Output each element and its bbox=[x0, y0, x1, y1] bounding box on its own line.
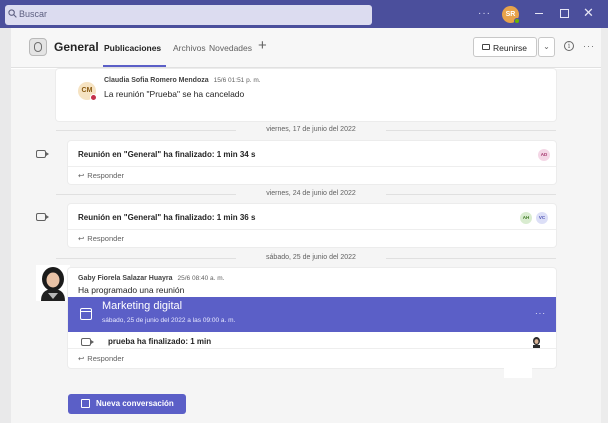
title-bar: Buscar ··· SR ✕ bbox=[0, 0, 608, 28]
new-conversation-button[interactable]: Nueva conversación bbox=[68, 394, 186, 414]
meeting-camera-icon bbox=[36, 213, 49, 221]
divider bbox=[56, 130, 236, 131]
reply-label: Responder bbox=[87, 234, 124, 243]
post-text: Ha programado una reunión bbox=[78, 285, 185, 295]
divider bbox=[56, 258, 236, 259]
author-photo-image bbox=[41, 267, 65, 301]
conversation-feed: CM Claudia Sofia Romero Mendoza 15/6 01:… bbox=[11, 69, 601, 423]
reply-label: Responder bbox=[87, 171, 124, 180]
post-meta: Claudia Sofia Romero Mendoza 15/6 01:51 … bbox=[104, 77, 261, 84]
blank-patch bbox=[504, 366, 532, 378]
channel-title: General bbox=[54, 40, 99, 54]
meet-button[interactable]: Reunirse bbox=[473, 37, 537, 57]
search-icon bbox=[8, 9, 17, 18]
user-avatar-initials: SR bbox=[505, 11, 516, 18]
divider bbox=[386, 194, 556, 195]
author-avatar-initials: CM bbox=[81, 87, 93, 94]
participant-avatar[interactable]: AH bbox=[520, 212, 532, 224]
divider bbox=[68, 166, 556, 167]
team-icon bbox=[29, 38, 47, 56]
close-icon[interactable]: ✕ bbox=[583, 5, 594, 21]
tab-archivos[interactable]: Archivos bbox=[173, 43, 206, 53]
reply-arrow-icon: ↩ bbox=[78, 234, 85, 243]
new-conversation-label: Nueva conversación bbox=[96, 399, 174, 408]
post-author[interactable]: Claudia Sofia Romero Mendoza bbox=[104, 77, 209, 84]
author-photo[interactable] bbox=[36, 265, 70, 301]
meeting-more-icon[interactable]: ··· bbox=[535, 309, 546, 318]
reply-button[interactable]: ↩ Responder bbox=[78, 354, 124, 363]
app-left-rail bbox=[0, 28, 11, 423]
reply-label: Responder bbox=[87, 354, 124, 363]
meeting-invite-banner[interactable]: Marketing digital sábado, 25 de junio de… bbox=[68, 297, 556, 332]
meeting-title: Marketing digital bbox=[102, 300, 183, 312]
reply-arrow-icon: ↩ bbox=[78, 354, 85, 363]
divider bbox=[56, 194, 236, 195]
meeting-ended-text: prueba ha finalizado: 1 min bbox=[108, 337, 212, 346]
channel-header: General Publicaciones Archivos Novedades… bbox=[11, 28, 601, 68]
participant-photo[interactable] bbox=[532, 335, 541, 348]
tab-novedades[interactable]: Novedades bbox=[209, 43, 252, 53]
divider bbox=[386, 258, 556, 259]
meeting-ended-text: Reunión en "General" ha finalizado: 1 mi… bbox=[78, 213, 256, 222]
participant-avatar[interactable]: VC bbox=[536, 212, 548, 224]
post-meta: Gaby Fiorela Salazar Huayra 25/6 08:40 a… bbox=[78, 275, 224, 282]
reply-button[interactable]: ↩ Responder bbox=[78, 234, 124, 243]
channel-more-icon[interactable]: ··· bbox=[583, 41, 595, 51]
author-avatar[interactable]: CM bbox=[78, 82, 97, 101]
post-time: 15/6 01:51 p. m. bbox=[213, 77, 261, 84]
post-text: La reunión "Prueba" se ha cancelado bbox=[104, 89, 245, 99]
divider bbox=[68, 229, 556, 230]
tab-publicaciones[interactable]: Publicaciones bbox=[104, 43, 161, 53]
compose-icon bbox=[81, 399, 90, 408]
date-separator: sábado, 25 de junio del 2022 bbox=[266, 254, 356, 261]
channel-info-icon[interactable]: i bbox=[564, 41, 574, 51]
reply-button[interactable]: ↩ Responder bbox=[78, 171, 124, 180]
date-separator: viernes, 17 de junio del 2022 bbox=[266, 126, 356, 133]
divider bbox=[68, 348, 556, 349]
post-time: 25/6 08:40 a. m. bbox=[177, 275, 225, 282]
search-placeholder: Buscar bbox=[19, 9, 48, 19]
presence-available-icon bbox=[514, 18, 520, 24]
more-options-icon[interactable]: ··· bbox=[478, 8, 491, 19]
meet-dropdown-button[interactable]: ⌄ bbox=[538, 37, 555, 57]
user-avatar[interactable]: SR bbox=[502, 6, 520, 24]
maximize-icon[interactable] bbox=[560, 9, 569, 18]
meeting-card[interactable]: Reunión en "General" ha finalizado: 1 mi… bbox=[68, 204, 556, 247]
participant-avatar[interactable]: AD bbox=[538, 149, 550, 161]
reply-arrow-icon: ↩ bbox=[78, 171, 85, 180]
meeting-ended-text: Reunión en "General" ha finalizado: 1 mi… bbox=[78, 150, 256, 159]
post-card: CM Claudia Sofia Romero Mendoza 15/6 01:… bbox=[56, 69, 556, 121]
add-tab-button[interactable]: + bbox=[258, 37, 267, 54]
post-author[interactable]: Gaby Fiorela Salazar Huayra bbox=[78, 275, 173, 282]
video-camera-icon bbox=[482, 44, 490, 50]
active-tab-indicator bbox=[103, 65, 166, 67]
meeting-datetime: sábado, 25 de junio del 2022 a las 09:00… bbox=[102, 317, 236, 324]
divider bbox=[386, 130, 556, 131]
minimize-icon[interactable] bbox=[535, 13, 543, 14]
meeting-card[interactable]: Reunión en "General" ha finalizado: 1 mi… bbox=[68, 141, 556, 184]
participant-photo-image bbox=[533, 337, 540, 348]
scrollbar-track[interactable] bbox=[601, 28, 608, 423]
date-separator: viernes, 24 de junio del 2022 bbox=[266, 190, 356, 197]
presence-busy-icon bbox=[90, 94, 97, 101]
search-input[interactable]: Buscar bbox=[5, 5, 372, 25]
meeting-camera-icon bbox=[36, 150, 49, 158]
calendar-icon bbox=[80, 308, 92, 320]
meet-button-label: Reunirse bbox=[493, 43, 528, 53]
meeting-camera-icon bbox=[81, 338, 94, 346]
